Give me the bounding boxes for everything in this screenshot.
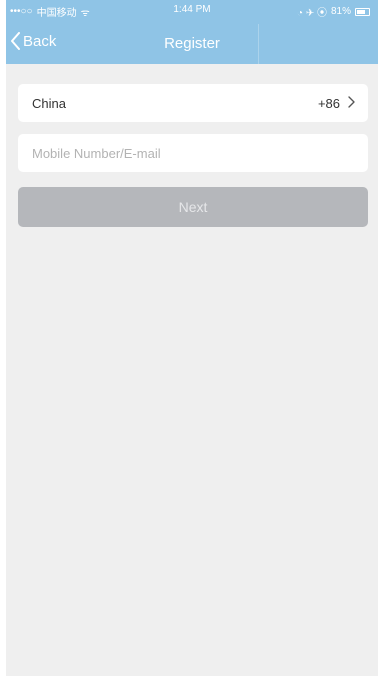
header: •••○○ 中国移动 ᯤ 1:44 PM ◔ ✈ ⦿ 81% Back Regi… xyxy=(6,0,378,64)
chevron-right-icon xyxy=(348,96,355,108)
account-field-container xyxy=(18,134,368,172)
battery-icon xyxy=(355,7,370,16)
status-bar: •••○○ 中国移动 ᯤ 1:44 PM ◔ ✈ ⦿ 81% xyxy=(6,0,378,20)
status-right: ◔ ✈ ⦿ 81% xyxy=(297,4,370,19)
country-name: China xyxy=(32,96,66,111)
mobile-email-input[interactable] xyxy=(32,134,352,172)
country-code: +86 xyxy=(317,96,340,111)
country-selector[interactable]: China +86 xyxy=(18,84,368,122)
battery-percent: 81% xyxy=(330,6,351,17)
status-indicators: ◔ ✈ ⦿ xyxy=(297,8,327,19)
register-screen: •••○○ 中国移动 ᯤ 1:44 PM ◔ ✈ ⦿ 81% Back Regi… xyxy=(6,0,378,676)
navigation-bar: Back Register xyxy=(6,24,378,64)
nav-divider xyxy=(258,24,259,64)
next-button[interactable]: Next xyxy=(18,187,368,227)
page-title: Register xyxy=(164,35,220,52)
